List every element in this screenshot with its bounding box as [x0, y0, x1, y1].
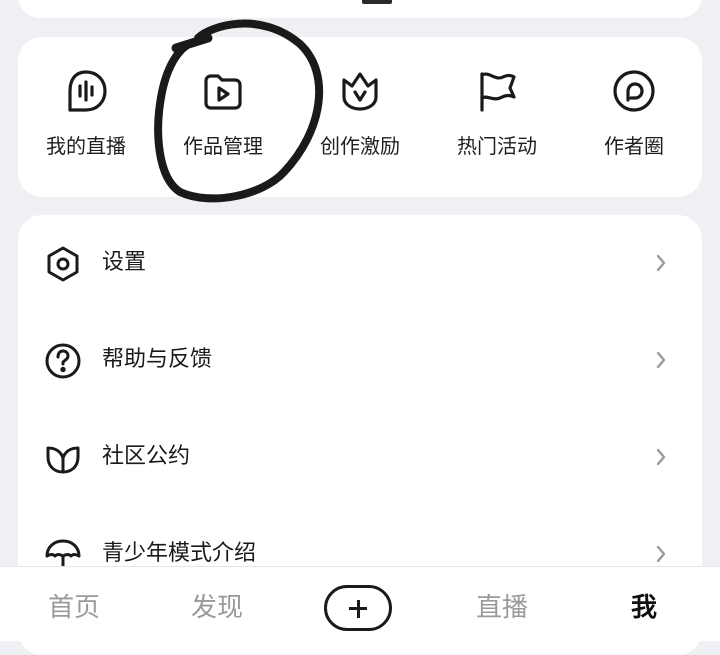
hexagon-gear-icon: [44, 245, 82, 283]
post-button[interactable]: [324, 585, 392, 631]
live-stream-icon: [62, 67, 110, 115]
menu-item-community-guidelines[interactable]: 社区公约: [18, 409, 702, 505]
tool-label: 我的直播: [46, 134, 126, 158]
menu-label: 设置: [102, 250, 147, 275]
question-circle-icon: [44, 342, 82, 380]
tab-me[interactable]: 我: [574, 567, 714, 641]
chevron-right-icon: [654, 544, 668, 564]
top-card-fragment: [362, 0, 392, 4]
tool-label: 作者圈: [604, 134, 664, 158]
leaf-icon: [44, 439, 82, 477]
tool-creation-incentive[interactable]: 创作激励: [292, 37, 428, 197]
tab-discover[interactable]: 发现: [147, 567, 287, 641]
chat-circle-icon: [610, 67, 658, 115]
tool-works-management[interactable]: 作品管理: [155, 37, 291, 197]
chevron-right-icon: [654, 350, 668, 370]
top-card: [18, 0, 702, 18]
tab-home[interactable]: 首页: [4, 567, 144, 641]
flag-icon: [473, 67, 521, 115]
tool-my-live[interactable]: 我的直播: [18, 37, 154, 197]
tab-live[interactable]: 直播: [432, 567, 572, 641]
menu-label: 青少年模式介绍: [102, 541, 257, 566]
chevron-right-icon: [654, 253, 668, 273]
tool-author-circle[interactable]: 作者圈: [566, 37, 702, 197]
tool-label: 创作激励: [320, 134, 400, 158]
menu-label: 帮助与反馈: [102, 347, 213, 372]
creator-tools-card: 我的直播 作品管理 创作激励 热门活动 作者圈: [18, 37, 702, 197]
chevron-right-icon: [654, 447, 668, 467]
video-folder-icon: [199, 67, 247, 115]
bottom-tab-bar: 首页 发现 直播 我: [0, 566, 720, 641]
tool-hot-events[interactable]: 热门活动: [429, 37, 565, 197]
tool-label: 作品管理: [183, 134, 263, 158]
menu-item-help-feedback[interactable]: 帮助与反馈: [18, 312, 702, 408]
tool-label: 热门活动: [457, 134, 537, 158]
menu-label: 社区公约: [102, 444, 191, 469]
menu-item-settings[interactable]: 设置: [18, 215, 702, 311]
crown-icon: [336, 67, 384, 115]
